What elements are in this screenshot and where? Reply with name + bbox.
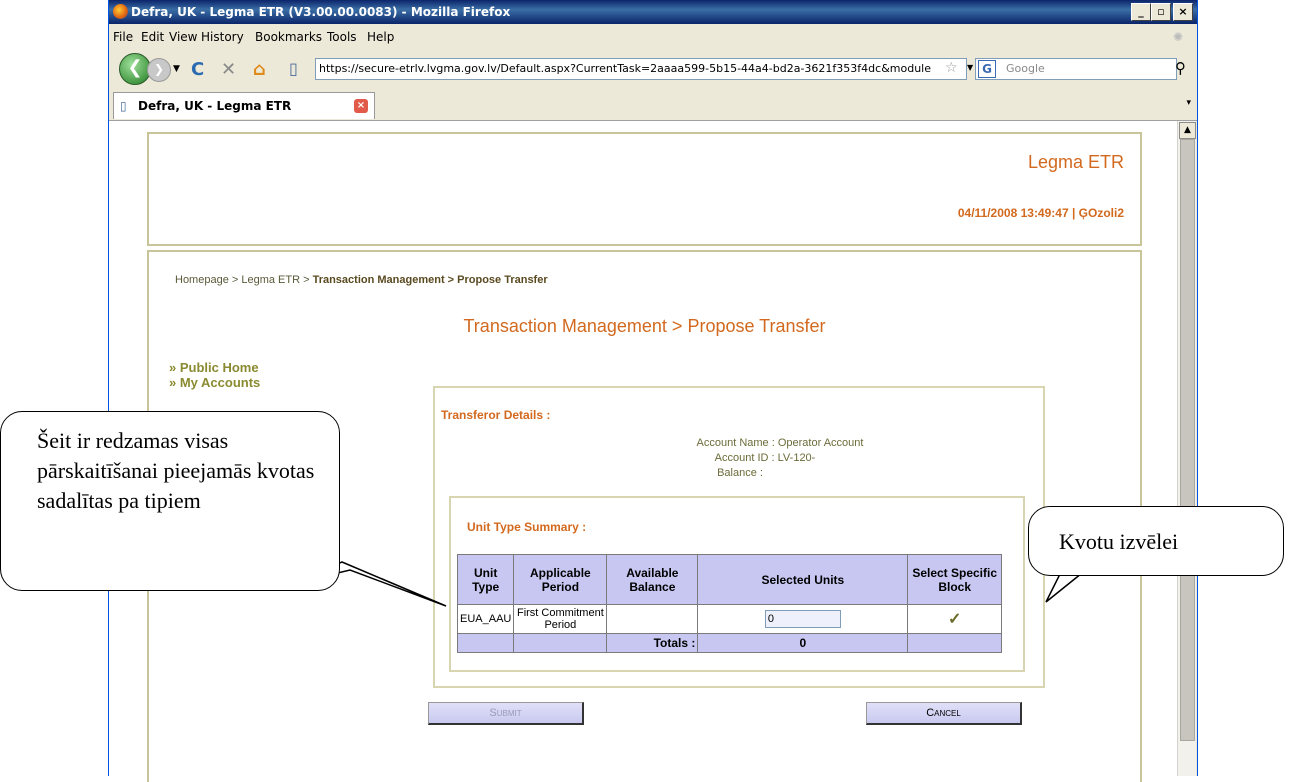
right-callout: Kvotu izvēlei [1028,506,1284,576]
callout-tails [299,561,1093,607]
left-callout-text: Šeit ir redzamas visas pārskaitīšanai pi… [37,428,315,513]
right-callout-text: Kvotu izvēlei [1059,529,1179,554]
left-callout: Šeit ir redzamas visas pārskaitīšanai pi… [0,411,340,591]
